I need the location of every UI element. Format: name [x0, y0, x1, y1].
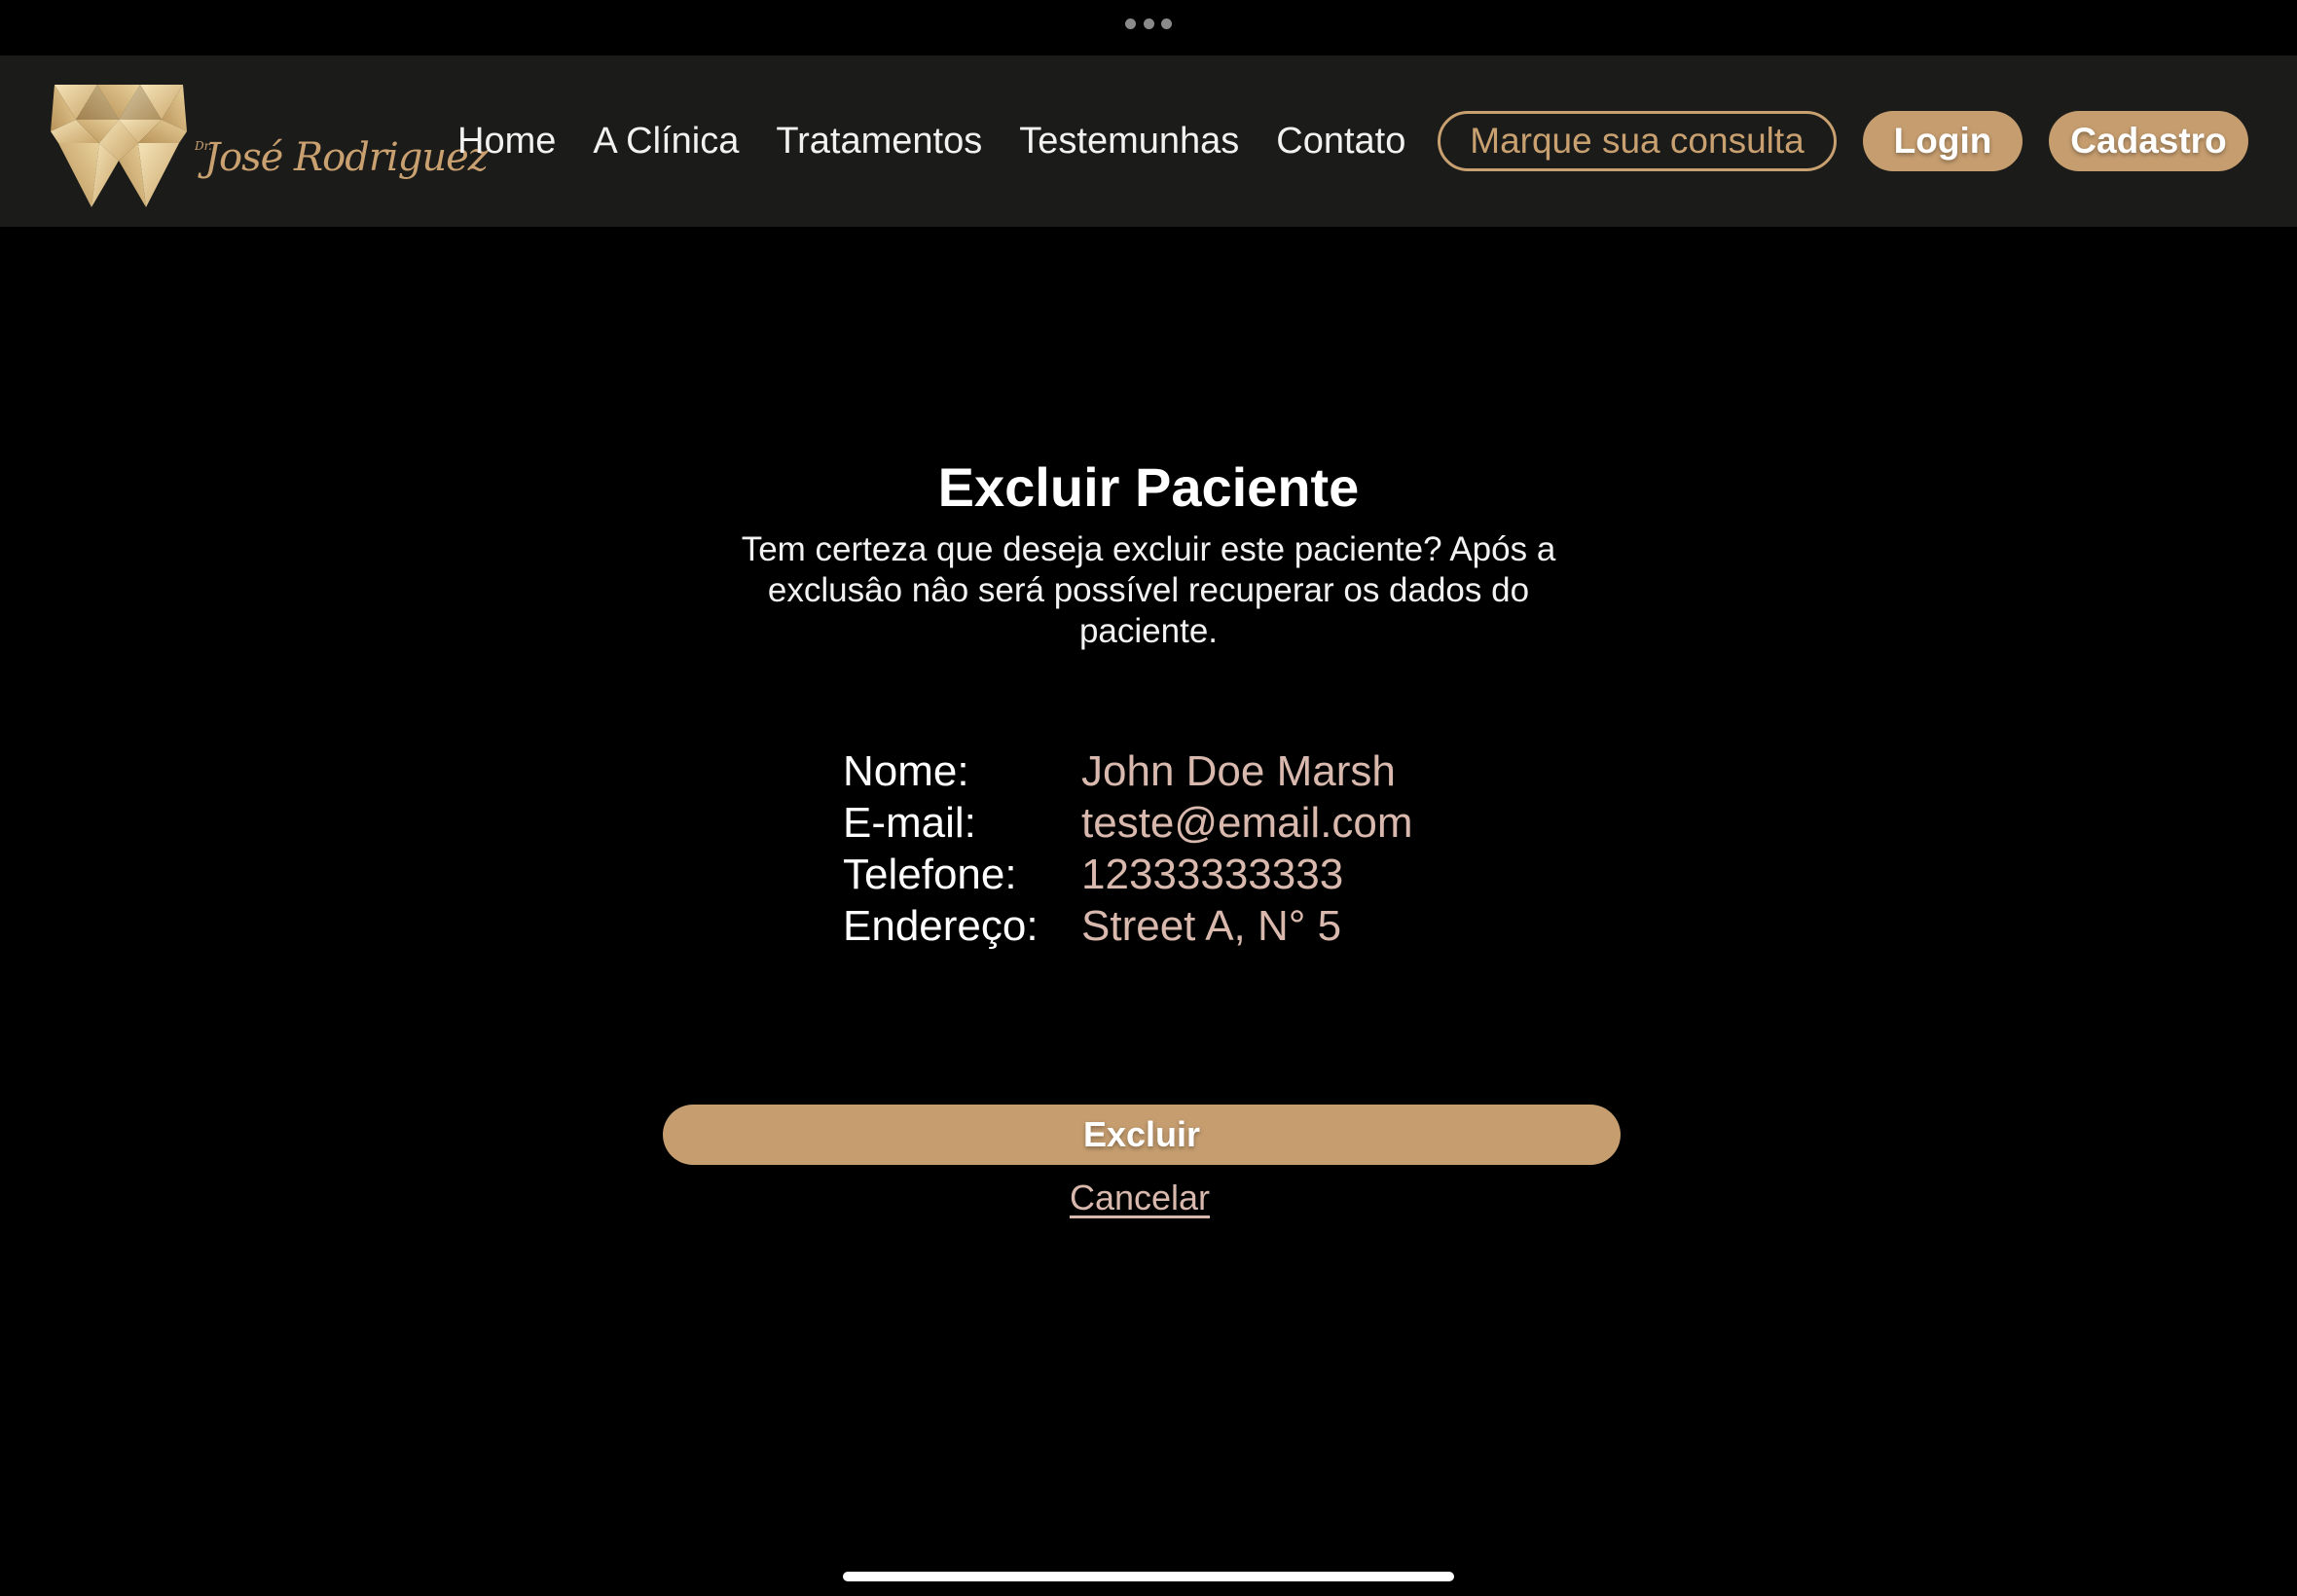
book-appointment-button[interactable]: Marque sua consulta	[1438, 111, 1837, 171]
logo-name: José Rodriguez	[204, 135, 489, 180]
signup-button[interactable]: Cadastro	[2049, 111, 2248, 171]
home-indicator[interactable]	[843, 1572, 1454, 1581]
detail-label: E-mail:	[843, 798, 976, 847]
nav-links: Home A Clínica Tratamentos Testemunhas C…	[457, 55, 1442, 227]
nav-link-tratamentos[interactable]: Tratamentos	[776, 121, 982, 163]
login-button[interactable]: Login	[1863, 111, 2023, 171]
tooth-logo-icon	[51, 85, 187, 207]
cancel-link[interactable]: Cancelar	[1066, 1178, 1214, 1218]
detail-row-phone: Telefone: 12333333333	[843, 849, 1622, 900]
detail-label: Telefone:	[843, 850, 1017, 898]
detail-row-address: Endereço: Street A, N° 5	[843, 900, 1622, 952]
navbar: Dr. José Rodriguez Home A Clínica Tratam…	[0, 55, 2297, 227]
detail-label: Nome:	[843, 746, 969, 795]
nav-link-clinica[interactable]: A Clínica	[593, 121, 739, 163]
delete-button[interactable]: Excluir	[663, 1105, 1621, 1165]
patient-details: Nome: John Doe Marsh E-mail: teste@email…	[843, 745, 1622, 952]
page-title: Excluir Paciente	[937, 456, 1360, 518]
nav-link-testemunhas[interactable]: Testemunhas	[1019, 121, 1239, 163]
detail-row-email: E-mail: teste@email.com	[843, 797, 1622, 849]
nav-link-home[interactable]: Home	[457, 121, 556, 163]
detail-label: Endereço:	[843, 901, 1039, 950]
detail-value: Street A, N° 5	[1081, 901, 1342, 950]
detail-value: John Doe Marsh	[1081, 746, 1396, 795]
multitasking-dots-icon[interactable]	[1125, 18, 1172, 29]
detail-value: 12333333333	[1081, 850, 1344, 898]
status-bar	[0, 0, 2297, 55]
detail-value: teste@email.com	[1081, 798, 1413, 847]
confirmation-message: Tem certeza que deseja excluir este paci…	[741, 530, 1556, 650]
logo[interactable]: Dr. José Rodriguez	[51, 83, 489, 209]
nav-link-contato[interactable]: Contato	[1276, 121, 1405, 163]
detail-row-name: Nome: John Doe Marsh	[843, 745, 1622, 797]
